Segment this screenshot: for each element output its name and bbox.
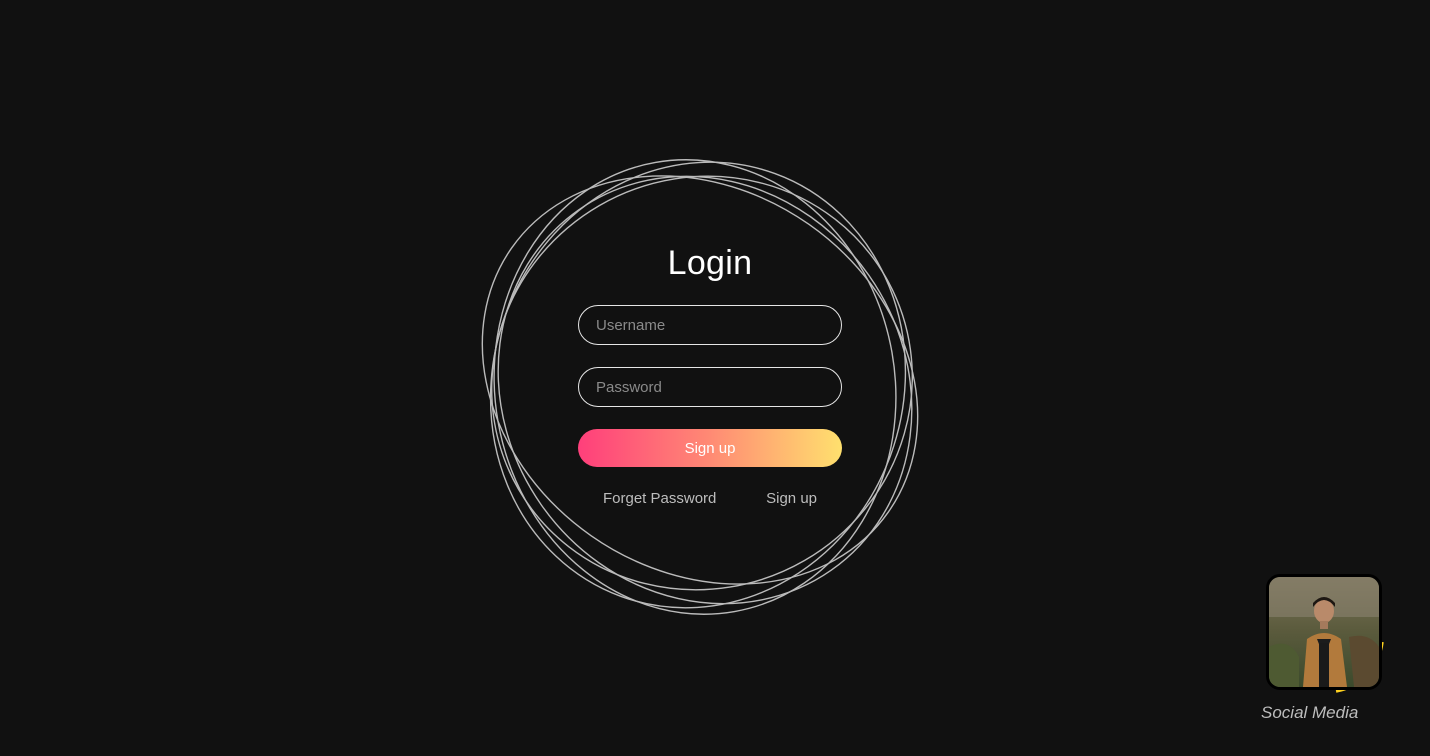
signup-link[interactable]: Sign up (766, 490, 817, 507)
avatar-frame (1264, 572, 1386, 694)
username-input[interactable] (578, 305, 842, 345)
social-media-label: Social Media (1261, 703, 1359, 722)
form-links: Forget Password Sign up (578, 490, 842, 507)
login-title: Login (667, 244, 753, 282)
login-form: Login Sign up Forget Password Sign up (578, 240, 842, 507)
signup-button[interactable]: Sign up (578, 429, 842, 467)
password-input[interactable] (578, 367, 842, 407)
profile-photo (1269, 577, 1379, 687)
forget-password-link[interactable]: Forget Password (603, 490, 716, 507)
avatar[interactable] (1266, 574, 1382, 690)
social-media-widget[interactable]: Social Media (1258, 570, 1388, 730)
page: Login Sign up Forget Password Sign up (0, 0, 1430, 756)
